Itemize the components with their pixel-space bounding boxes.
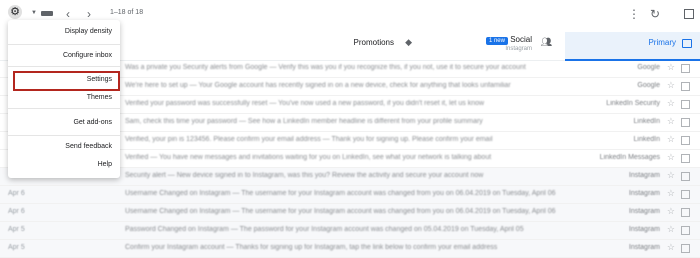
menu-divider [8,135,120,136]
menu-item-configure-inbox[interactable]: Configure inbox [63,52,112,59]
star-icon[interactable]: ☆ [667,152,675,163]
row-checkbox[interactable] [681,172,690,181]
menu-divider [8,44,120,45]
menu-item-display-density[interactable]: Display density [65,28,112,35]
star-icon[interactable]: ☆ [667,80,675,91]
email-sender: Google [637,64,660,71]
tab-social[interactable]: 👥︎ 1 new Social Instagram [425,32,560,59]
menu-item-help[interactable]: Help [98,161,112,168]
menu-item-get-add-ons[interactable]: Get add-ons [73,119,112,126]
email-subject: Username Changed on Instagram — The user… [125,190,556,197]
row-checkbox[interactable] [681,100,690,109]
row-checkbox[interactable] [681,136,690,145]
new-badge: 1 new [485,37,508,45]
row-checkbox[interactable] [681,82,690,91]
email-subject: We're here to set up — Your Google accou… [125,82,511,89]
star-icon[interactable]: ☆ [667,116,675,127]
tab-social-label: 1 new Social [485,35,532,45]
social-title: Social [510,35,532,44]
email-sender: Google [637,82,660,89]
star-icon[interactable]: ☆ [667,62,675,73]
email-subject: Security alert — New device signed in to… [125,172,484,179]
row-checkbox[interactable] [681,64,690,73]
tab-primary[interactable]: Primary [565,32,700,61]
email-date: Apr 5 [8,244,25,251]
tag-icon: ◆ [405,37,412,47]
tab-primary-label: Primary [648,38,676,47]
email-subject: Password Changed on Instagram — The pass… [125,226,524,233]
star-icon[interactable]: ☆ [667,134,675,145]
refresh-icon[interactable]: ↻ [650,8,660,20]
chevron-right-icon[interactable]: › [87,8,91,20]
email-sender: Instagram [628,244,660,251]
menu-item-themes[interactable]: Themes [87,94,112,101]
email-row[interactable]: ☆ Instagram Username Changed on Instagra… [0,186,700,204]
email-sender: Instagram [628,208,660,215]
email-date: Apr 6 [8,190,25,197]
people-icon: 👥︎ [540,37,552,47]
email-subject: Verified your password was successfully … [125,100,485,107]
row-checkbox[interactable] [681,190,690,199]
star-icon[interactable]: ☆ [667,170,675,181]
email-row[interactable]: ☆ Instagram Password Changed on Instagra… [0,222,700,240]
gear-icon[interactable]: ⚙ [8,5,22,19]
menu-item-send-feedback[interactable]: Send feedback [65,143,112,150]
menu-divider [8,108,120,109]
email-sender: LinkedIn Security [606,100,660,107]
email-sender: LinkedIn [633,136,660,143]
more-vert-icon[interactable]: ⋮ [628,8,640,20]
star-icon[interactable]: ☆ [667,98,675,109]
email-subject: Verified — You have new messages and inv… [125,154,492,161]
email-sender: LinkedIn [633,118,660,125]
menu-divider [8,66,120,67]
row-checkbox[interactable] [681,118,690,127]
settings-highlight-box [13,71,120,91]
pager-text: 1–18 of 18 [110,9,144,16]
chevron-down-icon[interactable]: ▼ [31,10,37,16]
star-icon[interactable]: ☆ [667,206,675,217]
row-checkbox[interactable] [681,244,690,253]
chevron-left-icon[interactable]: ‹ [66,8,70,20]
settings-menu: Display density Configure inbox Settings… [8,20,120,178]
email-row[interactable]: ☆ Instagram Confirm your Instagram accou… [0,240,700,258]
inbox-icon [682,39,692,48]
select-checkbox-icon[interactable] [684,9,694,19]
email-subject: Verified, your pin is 123456. Please con… [125,136,493,143]
email-sender: Instagram [628,190,660,197]
email-date: Apr 6 [8,208,25,215]
star-icon[interactable]: ☆ [667,224,675,235]
email-date: Apr 5 [8,226,25,233]
email-row[interactable]: ☆ Instagram Username Changed on Instagra… [0,204,700,222]
star-icon[interactable]: ☆ [667,242,675,253]
tab-promotions[interactable]: ◆ Promotions [290,32,420,59]
email-subject: Username Changed on Instagram — The user… [125,208,556,215]
star-icon[interactable]: ☆ [667,188,675,199]
email-subject: Sam, check this time your password — See… [125,118,483,125]
row-checkbox[interactable] [681,226,690,235]
email-subject: Was a private you Security alerts from G… [125,64,526,71]
row-checkbox[interactable] [681,154,690,163]
social-subtitle: Instagram [505,46,532,52]
tab-promotions-label: Promotions [353,38,394,47]
email-sender: LinkedIn Messages [599,154,660,161]
email-subject: Confirm your Instagram account — Thanks … [125,244,498,251]
keyboard-icon[interactable] [41,11,53,16]
email-sender: Instagram [628,226,660,233]
email-sender: Instagram [628,172,660,179]
row-checkbox[interactable] [681,208,690,217]
